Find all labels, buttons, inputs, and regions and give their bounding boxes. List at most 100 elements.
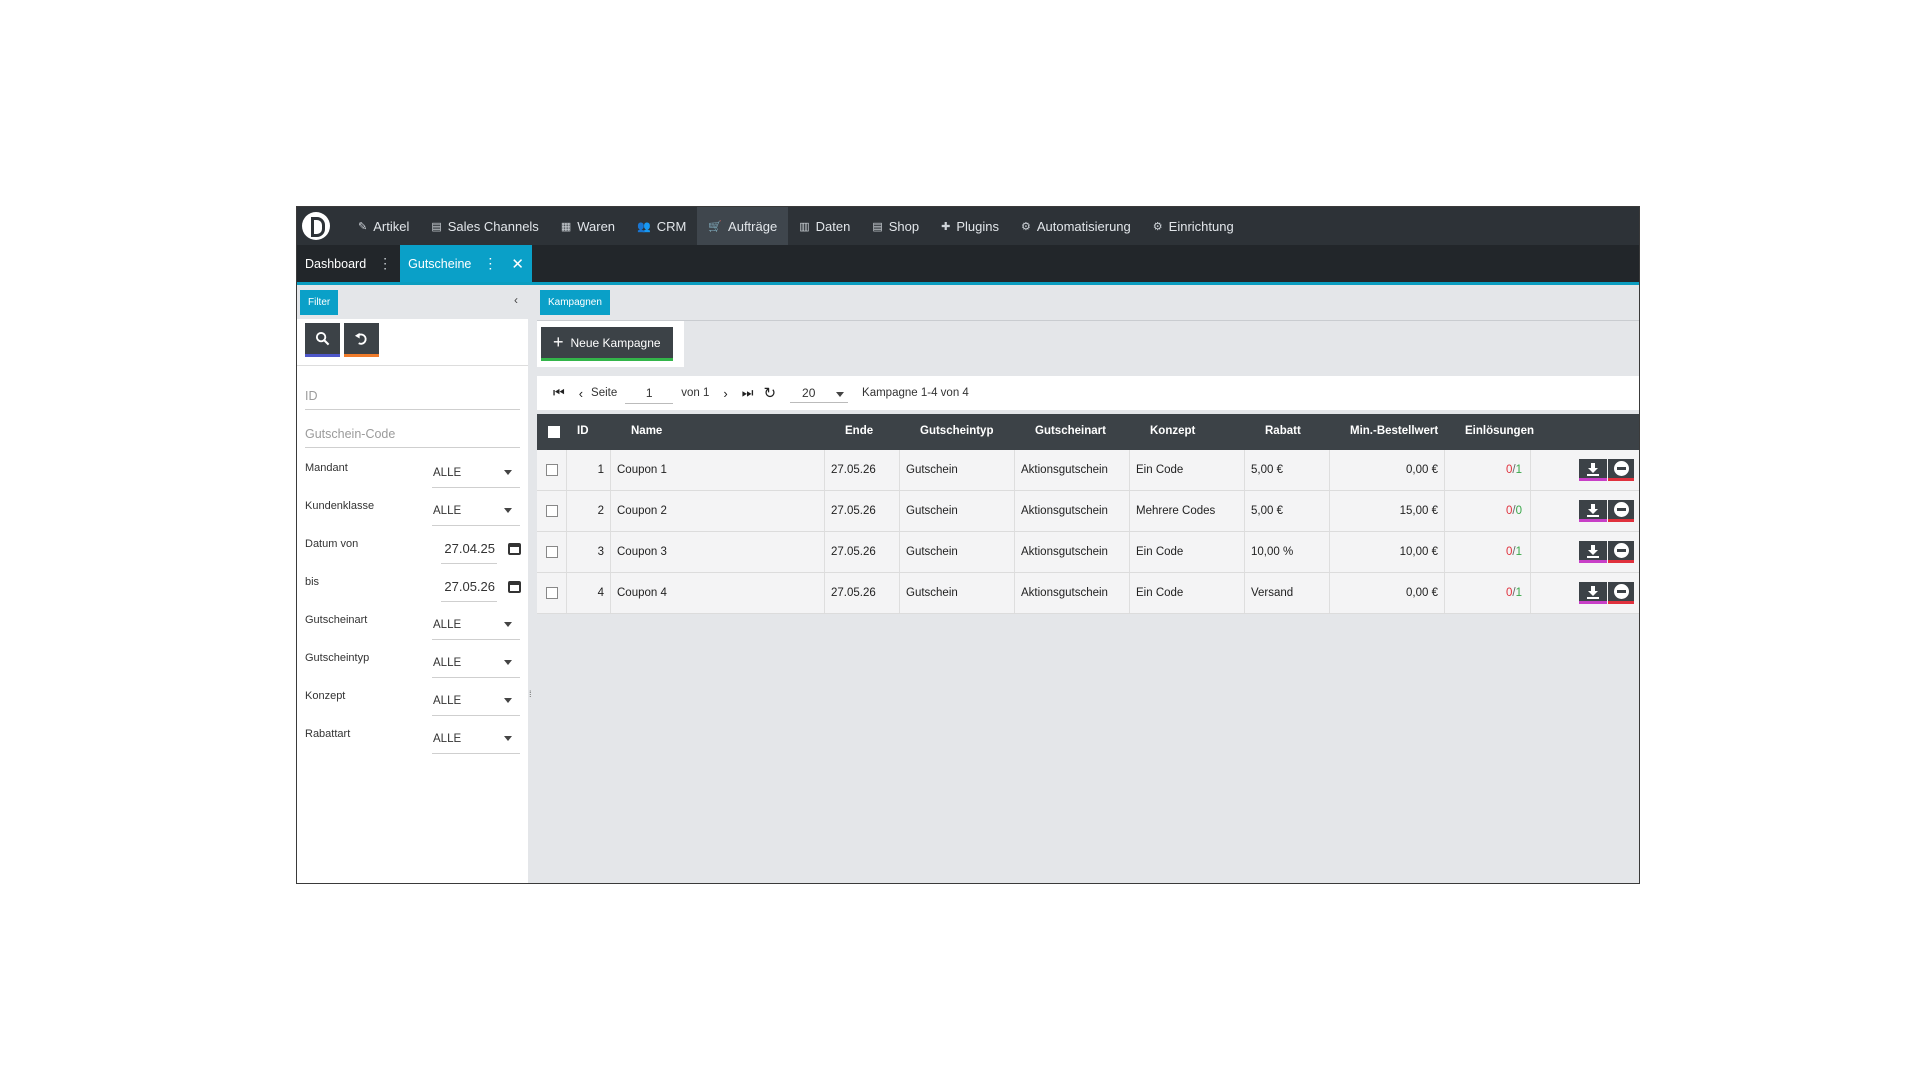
- select-all-checkbox[interactable]: [548, 426, 560, 438]
- nav-item-shop[interactable]: ▤ Shop: [861, 207, 930, 245]
- rows-per-page-select[interactable]: 20: [790, 383, 849, 403]
- nav-item-sales-channels[interactable]: ▤ Sales Channels: [420, 207, 549, 245]
- table-header: ID Name Ende Gutscheintyp Gutscheinart K…: [537, 414, 1639, 450]
- col-id[interactable]: ID: [577, 425, 589, 437]
- caret-down-icon: [836, 392, 845, 397]
- nav-item-label: Automatisierung: [1036, 218, 1131, 234]
- col-ende[interactable]: Ende: [845, 425, 873, 437]
- filter-row-gutscheinart: Gutscheinart ALLE: [305, 606, 520, 644]
- plenty-logo[interactable]: [297, 207, 335, 245]
- nav-item-auftr-ge[interactable]: 🛒 Aufträge: [697, 207, 789, 245]
- row-checkbox-cell: [537, 573, 567, 613]
- refresh-icon[interactable]: ↻: [763, 384, 776, 402]
- nav-item-automatisierung[interactable]: ⚙ Automatisierung: [1010, 207, 1142, 245]
- col-gutscheintyp[interactable]: Gutscheintyp: [920, 425, 993, 437]
- tab-dashboard[interactable]: Dashboard ⋮: [297, 245, 400, 282]
- caret-down-icon: [504, 622, 512, 627]
- col-name[interactable]: Name: [631, 425, 662, 437]
- nav-item-label: CRM: [656, 218, 687, 234]
- row-checkbox[interactable]: [545, 464, 558, 476]
- search-button[interactable]: [305, 323, 340, 357]
- page-input[interactable]: 1: [625, 383, 674, 404]
- remove-button[interactable]: [1608, 459, 1634, 481]
- download-button[interactable]: [1579, 500, 1607, 522]
- nav-item-waren[interactable]: ▦ Waren: [550, 207, 626, 245]
- puzzle-icon: ✚: [941, 220, 951, 233]
- nav-item-daten[interactable]: ▥ Daten: [788, 207, 861, 245]
- tab-gutscheine[interactable]: Gutscheine ⋮ ✕: [400, 245, 532, 282]
- mandant-select[interactable]: ALLE: [432, 458, 520, 488]
- filter-row-gutscheintyp: Gutscheintyp ALLE: [305, 644, 520, 682]
- cell-discount: Versand: [1245, 573, 1330, 613]
- cell-id: 1: [567, 450, 611, 490]
- redemptions-total: 1: [1515, 587, 1522, 599]
- nav-item-crm[interactable]: 👥 CRM: [626, 207, 697, 245]
- gear-icon: ⚙: [1152, 220, 1163, 233]
- download-button[interactable]: [1579, 582, 1607, 604]
- remove-button[interactable]: [1608, 541, 1634, 563]
- cell-id: 3: [567, 532, 611, 572]
- row-checkbox[interactable]: [545, 587, 558, 599]
- col-konzept[interactable]: Konzept: [1150, 425, 1195, 437]
- calendar-icon[interactable]: [508, 543, 521, 555]
- konzept-select[interactable]: ALLE: [432, 686, 520, 716]
- calendar-icon[interactable]: [508, 581, 521, 593]
- tab-menu-icon[interactable]: ⋮: [378, 255, 392, 272]
- reset-button[interactable]: [344, 323, 379, 357]
- table-row[interactable]: 1 Coupon 1 27.05.26 Gutschein Aktionsgutsche…: [537, 450, 1639, 491]
- nav-item-plugins[interactable]: ✚ Plugins: [930, 207, 1010, 245]
- filter-row-mandant: Mandant ALLE: [305, 454, 520, 492]
- download-button[interactable]: [1579, 459, 1607, 481]
- kundenklasse-select[interactable]: ALLE: [432, 496, 520, 526]
- table-row[interactable]: 4 Coupon 4 27.05.26 Gutschein Aktionsgutsche…: [537, 573, 1639, 614]
- tab-gutscheine-label: Gutscheine: [408, 256, 472, 271]
- row-checkbox-cell: [537, 532, 567, 572]
- remove-button[interactable]: [1608, 582, 1634, 604]
- select-value: ALLE: [433, 504, 462, 517]
- row-checkbox[interactable]: [545, 546, 558, 558]
- chevron-left-icon[interactable]: ‹: [579, 386, 583, 401]
- shop-icon: ▤: [872, 220, 883, 233]
- plus-icon: +: [553, 332, 564, 352]
- chevron-left-icon[interactable]: ‹: [514, 293, 518, 307]
- action-bar: + Neue Kampagne: [537, 321, 684, 367]
- date-to-input[interactable]: 27.05.26: [441, 572, 497, 602]
- coupon-code-input[interactable]: Gutschein-Code: [305, 414, 520, 448]
- gutscheinart-select[interactable]: ALLE: [432, 610, 520, 640]
- cart-icon: 🛒: [708, 220, 723, 233]
- nav-item-einrichtung[interactable]: ⚙ Einrichtung: [1142, 207, 1245, 245]
- date-from-input[interactable]: 27.04.25: [441, 534, 497, 564]
- download-button[interactable]: [1579, 541, 1607, 563]
- tab-dashboard-label: Dashboard: [305, 256, 367, 271]
- download-icon: [1587, 503, 1599, 517]
- new-campaign-button[interactable]: + Neue Kampagne: [541, 327, 673, 361]
- filter-tab[interactable]: Filter: [300, 290, 339, 315]
- caret-down-icon: [504, 698, 512, 703]
- col-min-order[interactable]: Min.-Bestellwert: [1350, 425, 1438, 437]
- first-page-icon[interactable]: ⏮: [553, 385, 565, 401]
- last-page-icon[interactable]: ⏭: [742, 385, 754, 401]
- gutscheintyp-select[interactable]: ALLE: [432, 648, 520, 678]
- remove-button[interactable]: [1608, 500, 1634, 522]
- select-value: 20: [802, 386, 816, 400]
- id-input[interactable]: ID: [305, 376, 520, 410]
- rabattart-select[interactable]: ALLE: [432, 724, 520, 754]
- panel-splitter[interactable]: ⁞: [528, 285, 536, 883]
- cell-discount: 5,00 €: [1245, 450, 1330, 490]
- cell-min-order: 10,00 €: [1330, 532, 1445, 572]
- row-checkbox[interactable]: [545, 505, 558, 517]
- tab-kampagnen[interactable]: Kampagnen: [540, 290, 610, 315]
- table-row[interactable]: 2 Coupon 2 27.05.26 Gutschein Aktionsgutsche…: [537, 491, 1639, 532]
- main-header: Kampagnen: [537, 285, 1639, 321]
- nav-item-artikel[interactable]: ✎ Artikel: [347, 207, 420, 245]
- tab-menu-icon[interactable]: ⋮: [483, 255, 497, 272]
- col-redemptions[interactable]: Einlösungen: [1465, 425, 1534, 437]
- chevron-right-icon[interactable]: ›: [723, 386, 727, 401]
- filter-label: Gutscheinart: [305, 614, 368, 626]
- cell-name: Coupon 4: [611, 573, 825, 613]
- col-gutscheinart[interactable]: Gutscheinart: [1035, 425, 1106, 437]
- redemptions-total: 1: [1515, 546, 1522, 558]
- close-icon[interactable]: ✕: [511, 255, 524, 273]
- col-rabatt[interactable]: Rabatt: [1265, 425, 1301, 437]
- table-row[interactable]: 3 Coupon 3 27.05.26 Gutschein Aktionsgutsche…: [537, 532, 1639, 573]
